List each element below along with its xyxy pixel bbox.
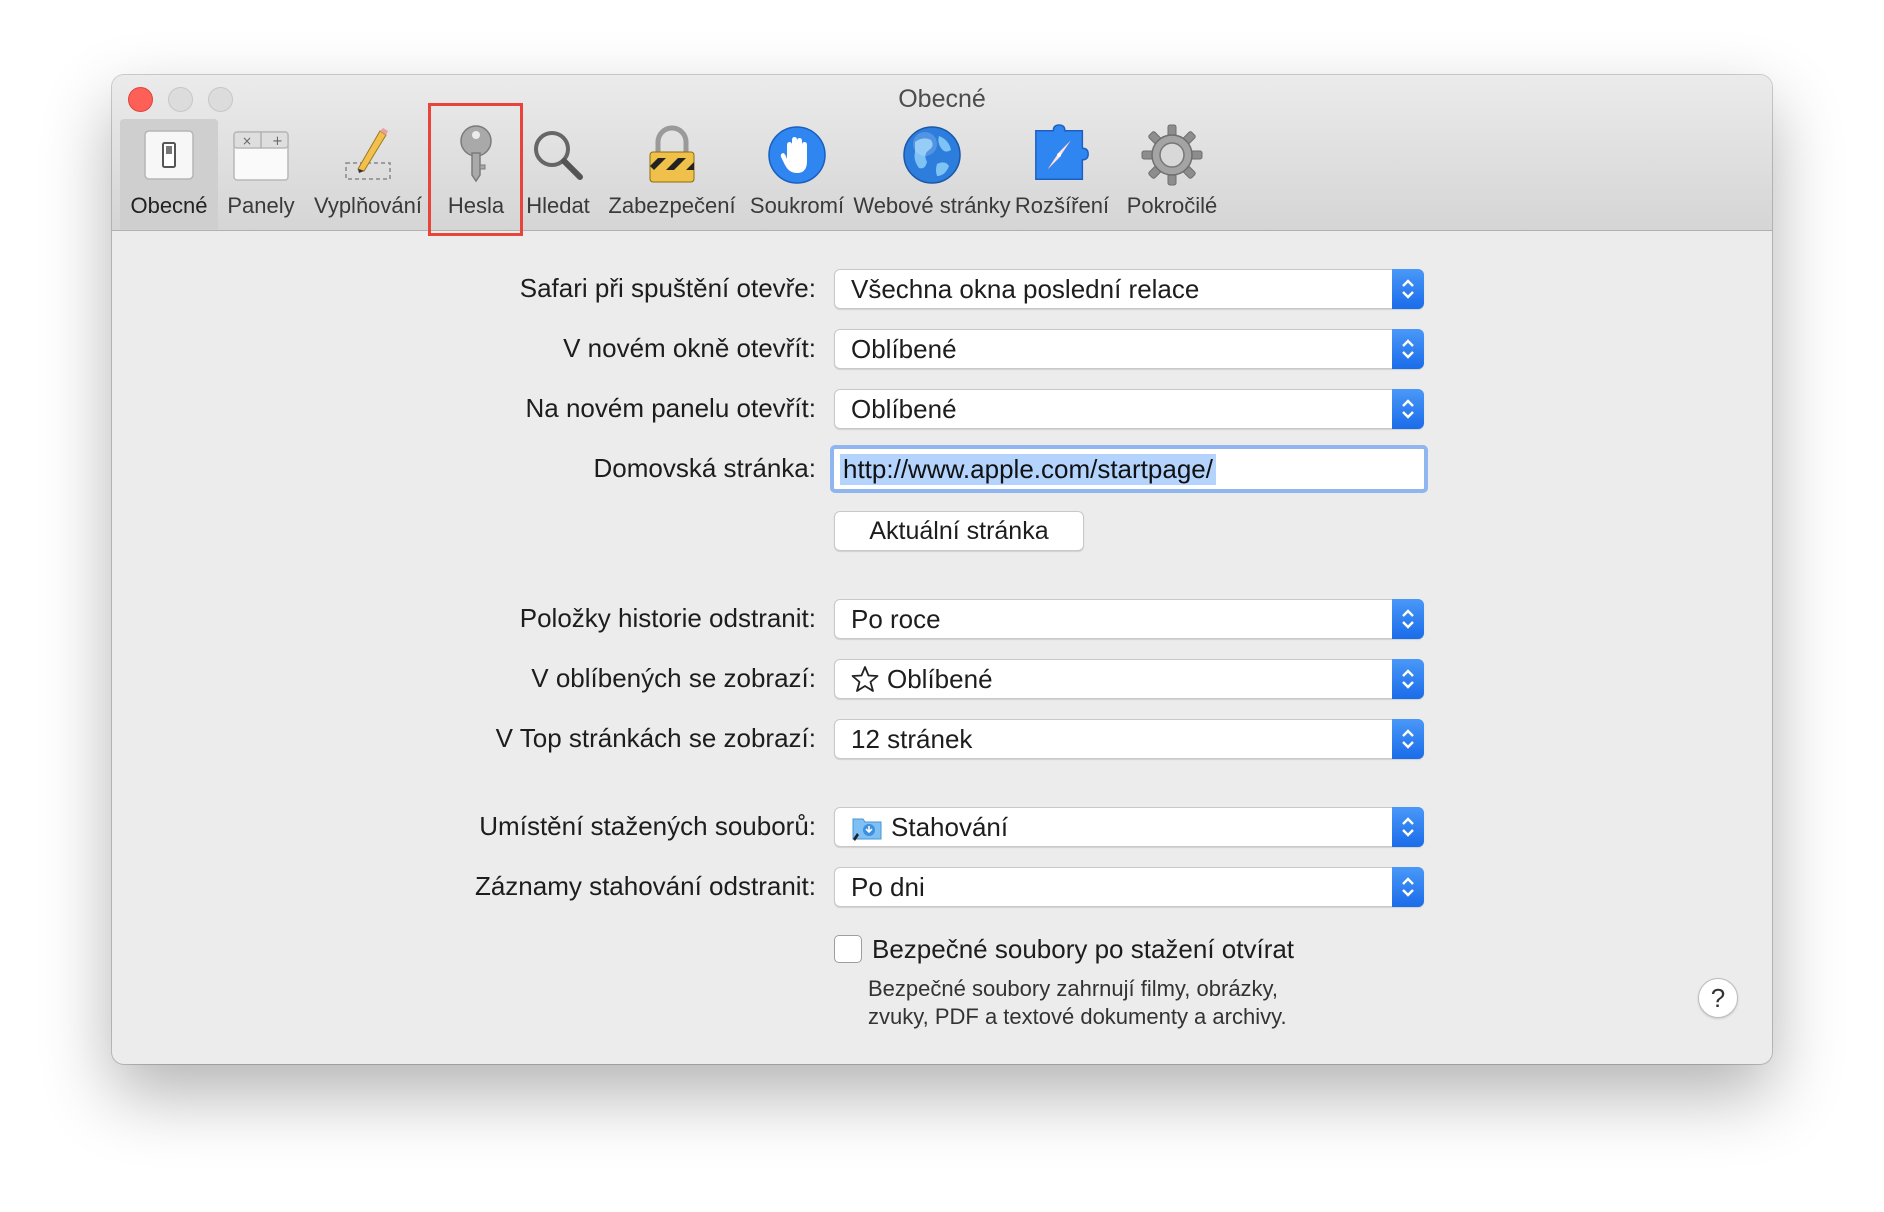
chevron-updown-icon [1392, 807, 1424, 847]
favorites-show-label: V oblíbených se zobrazí: [531, 663, 816, 693]
tab-extensions-label: Rozšíření [1014, 193, 1110, 218]
magnifier-icon [526, 123, 590, 187]
tabs-icon: × + [229, 123, 293, 187]
download-remove-popup[interactable]: Po dni [834, 867, 1424, 907]
tab-tabs-label: Panely [227, 193, 295, 218]
tab-general-label: Obecné [130, 193, 208, 218]
new-window-value: Oblíbené [851, 333, 957, 364]
new-window-row: V novém okně otevřít: Oblíbené [112, 329, 1772, 369]
chevron-updown-icon [1392, 659, 1424, 699]
tab-security-label: Zabezpečení [608, 193, 736, 218]
tab-security[interactable]: Zabezpečení [604, 119, 740, 229]
tab-autofill[interactable]: Vyplňování [308, 119, 428, 229]
top-sites-row: V Top stránkách se zobrazí: 12 stránek [112, 719, 1772, 759]
open-with-label: Safari při spuštění otevře: [519, 273, 816, 303]
safe-files-help-line-2: zvuky, PDF a textové dokumenty a archivy… [868, 1004, 1287, 1029]
privacy-hand-icon [765, 123, 829, 187]
new-tab-value: Oblíbené [851, 393, 957, 424]
history-remove-label: Položky historie odstranit: [519, 603, 816, 633]
homepage-label: Domovská stránka: [593, 453, 816, 483]
favorites-show-value: Oblíbené [887, 663, 993, 694]
history-remove-row: Položky historie odstranit: Po roce [112, 599, 1772, 639]
history-remove-value: Po roce [851, 603, 941, 634]
chevron-updown-icon [1392, 329, 1424, 369]
general-switch-icon [137, 123, 201, 187]
chevron-updown-icon [1392, 269, 1424, 309]
tab-websites-label: Webové stránky [853, 193, 1011, 218]
chevron-updown-icon [1392, 719, 1424, 759]
new-tab-popup[interactable]: Oblíbené [834, 389, 1424, 429]
tab-privacy-label: Soukromí [749, 193, 845, 218]
new-tab-row: Na novém panelu otevřít: Oblíbené [112, 389, 1772, 429]
safe-files-help-line-1: Bezpečné soubory zahrnují filmy, obrázky… [868, 976, 1279, 1001]
tab-websites[interactable]: Webové stránky [853, 119, 1011, 229]
general-settings-pane: Safari při spuštění otevře: Všechna okna… [112, 232, 1772, 1064]
svg-text:+: + [272, 134, 283, 149]
safe-files-label[interactable]: Bezpečné soubory po stažení otvírat [872, 934, 1294, 965]
download-remove-label: Záznamy stahování odstranit: [474, 871, 816, 901]
open-with-value: Všechna okna poslední relace [851, 273, 1200, 304]
open-with-popup[interactable]: Všechna okna poslední relace [834, 269, 1424, 309]
padlock-icon [640, 123, 704, 187]
safe-files-checkbox[interactable] [834, 935, 862, 963]
download-remove-value: Po dni [851, 871, 925, 902]
download-location-popup[interactable]: Stahování [834, 807, 1424, 847]
history-remove-popup[interactable]: Po roce [834, 599, 1424, 639]
tab-advanced-label: Pokročilé [1126, 193, 1218, 218]
gear-icon [1140, 123, 1204, 187]
homepage-value: http://www.apple.com/startpage/ [840, 453, 1216, 485]
window-title: Obecné [898, 85, 986, 113]
top-sites-label: V Top stránkách se zobrazí: [495, 723, 816, 753]
tab-tabs[interactable]: × + Panely [218, 119, 304, 229]
favorites-show-row: V oblíbených se zobrazí: Oblíbené [112, 659, 1772, 699]
download-location-value-wrap: Stahování [851, 812, 1008, 843]
preferences-window: Obecné Obecné × + Panely Vyplňování Hesl… [112, 75, 1772, 1064]
download-remove-row: Záznamy stahování odstranit: Po dni [112, 867, 1772, 907]
download-location-label: Umístění stažených souborů: [479, 811, 816, 841]
top-sites-value: 12 stránek [851, 723, 973, 754]
top-sites-popup[interactable]: 12 stránek [834, 719, 1424, 759]
help-button[interactable]: ? [1698, 978, 1738, 1018]
tab-general[interactable]: Obecné [120, 119, 218, 229]
favorites-show-value-wrap: Oblíbené [851, 664, 993, 695]
tab-extensions[interactable]: Rozšíření [1010, 119, 1114, 229]
downloads-folder-icon [851, 813, 883, 841]
new-window-label: V novém okně otevřít: [563, 333, 816, 363]
favorites-show-popup[interactable]: Oblíbené [834, 659, 1424, 699]
globe-icon [900, 123, 964, 187]
tab-privacy[interactable]: Soukromí [746, 119, 848, 229]
star-icon [851, 665, 879, 693]
tab-search-label: Hledat [526, 193, 590, 218]
new-tab-label: Na novém panelu otevřít: [525, 393, 817, 423]
tab-search[interactable]: Hledat [520, 119, 596, 229]
toolbar: Obecné Obecné × + Panely Vyplňování Hesl… [112, 75, 1772, 236]
chevron-updown-icon [1392, 389, 1424, 429]
chevron-updown-icon [1392, 599, 1424, 639]
svg-text:×: × [242, 134, 252, 148]
autofill-pencil-icon [336, 123, 400, 187]
homepage-field[interactable]: http://www.apple.com/startpage/ [830, 445, 1428, 493]
set-current-page-button[interactable]: Aktuální stránka [834, 511, 1084, 551]
safe-files-option[interactable]: Bezpečné soubory po stažení otvírat [834, 932, 1294, 966]
download-location-row: Umístění stažených souborů: Stahování [112, 807, 1772, 847]
homepage-row: Domovská stránka: http://www.apple.com/s… [112, 445, 1772, 493]
open-with-row: Safari při spuštění otevře: Všechna okna… [112, 269, 1772, 309]
tab-autofill-label: Vyplňování [313, 193, 423, 218]
passwords-highlight-annotation [428, 103, 523, 236]
new-window-popup[interactable]: Oblíbené [834, 329, 1424, 369]
extensions-puzzle-icon [1030, 123, 1094, 187]
download-location-value: Stahování [891, 811, 1009, 842]
chevron-updown-icon [1392, 867, 1424, 907]
tab-advanced[interactable]: Pokročilé [1120, 119, 1224, 229]
